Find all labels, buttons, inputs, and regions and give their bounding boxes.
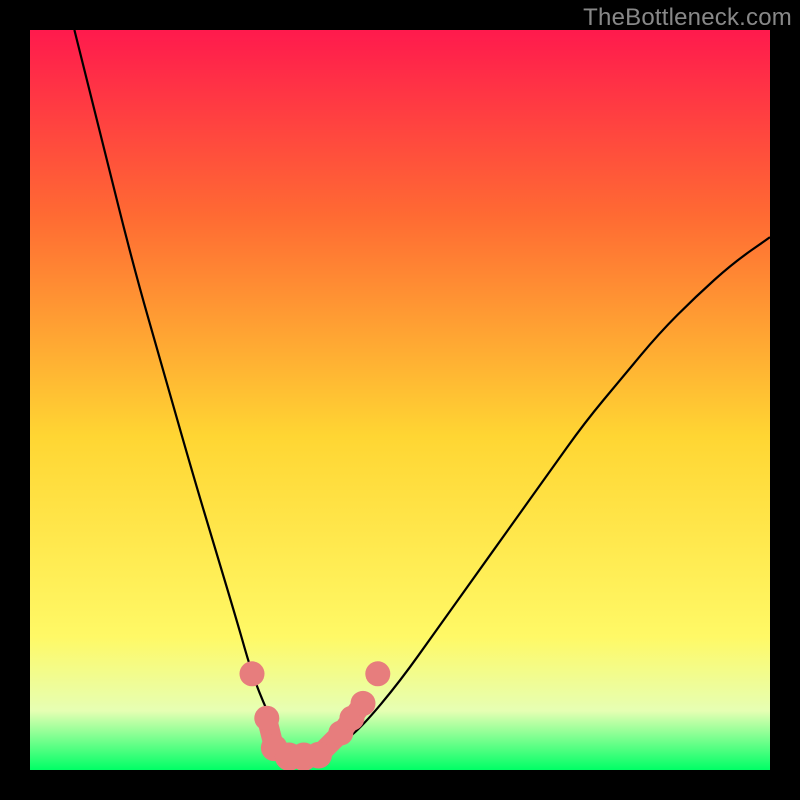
data-marker xyxy=(365,661,390,686)
plot-area xyxy=(30,30,770,770)
chart-frame: TheBottleneck.com xyxy=(0,0,800,800)
watermark-text: TheBottleneck.com xyxy=(583,4,792,32)
data-marker xyxy=(254,706,279,731)
gradient-background xyxy=(30,30,770,770)
data-marker xyxy=(305,742,332,769)
data-marker xyxy=(239,661,264,686)
bottleneck-chart xyxy=(30,30,770,770)
data-marker xyxy=(350,691,375,716)
